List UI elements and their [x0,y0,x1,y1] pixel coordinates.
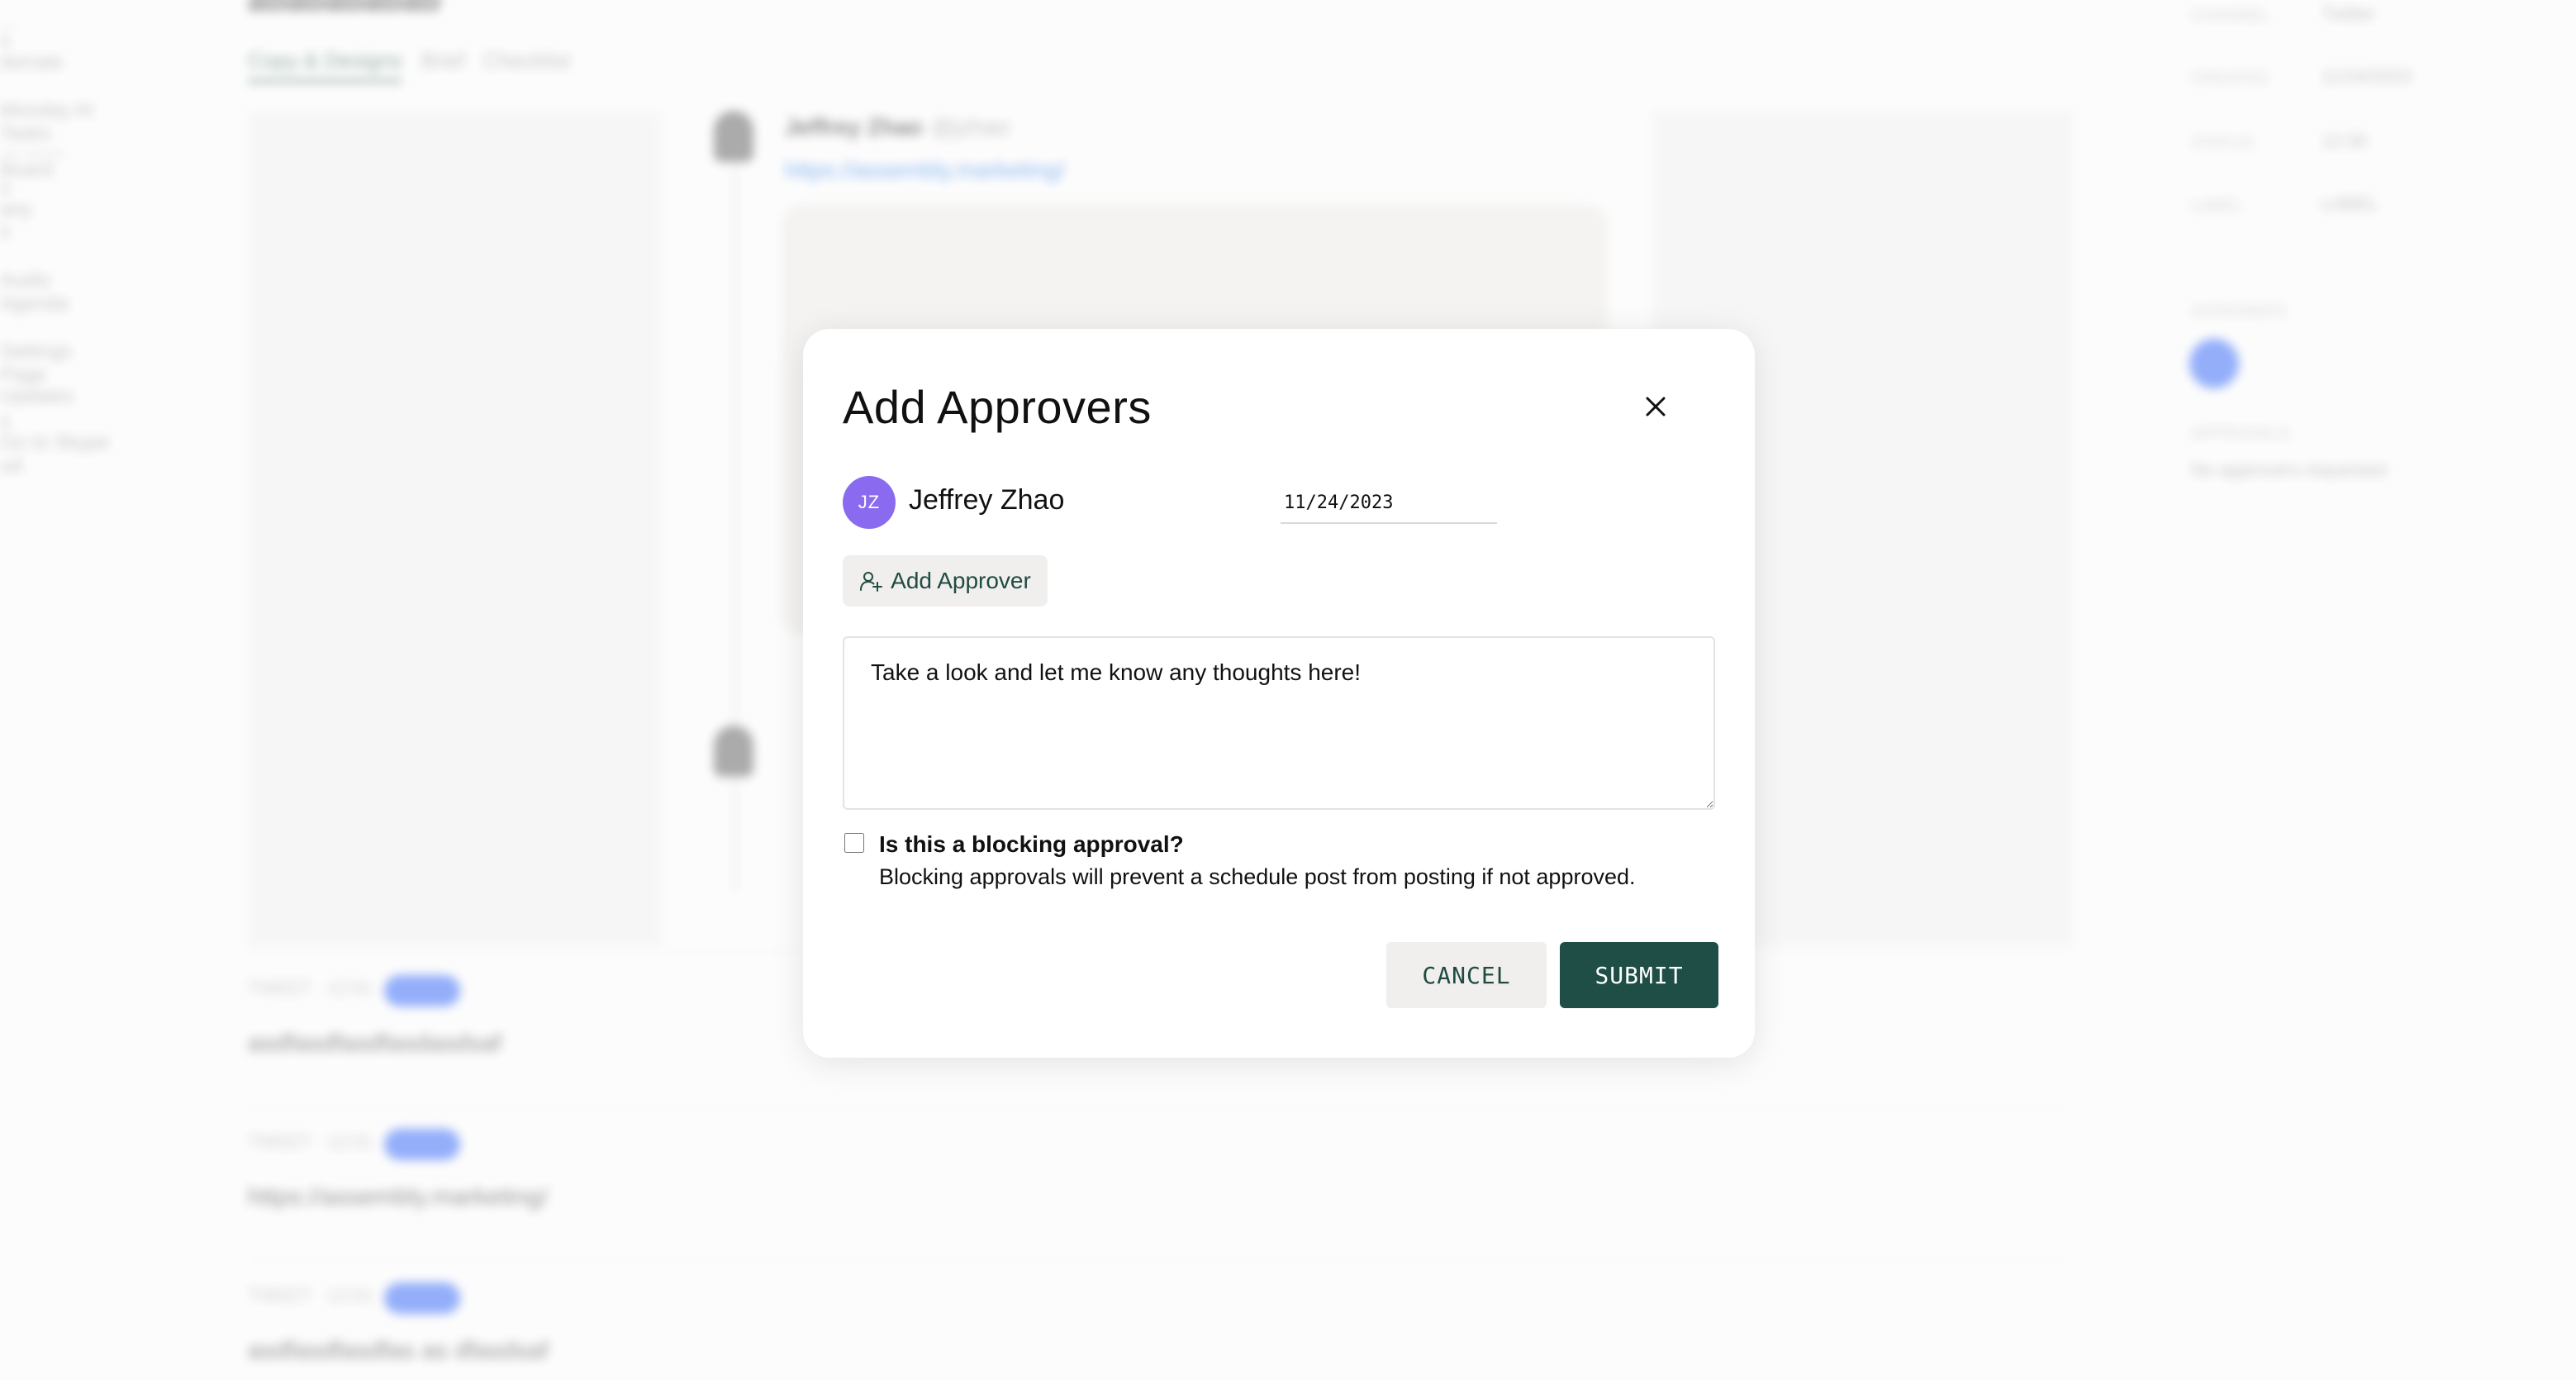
close-icon [1646,397,1666,416]
blocking-approval-help: Blocking approvals will prevent a schedu… [879,864,1636,889]
dialog-title: Add Approvers [843,381,1152,433]
due-date-input[interactable] [1281,483,1497,524]
message-textarea[interactable]: Take a look and let me know any thoughts… [843,636,1715,810]
blocking-approval-label: Is this a blocking approval? [879,831,1184,857]
close-button[interactable] [1637,388,1674,425]
add-approvers-dialog: Add Approvers JZ Jeffrey Zhao Add Approv… [803,329,1755,1058]
user-plus-icon [860,572,883,592]
approver-name: Jeffrey Zhao [909,484,1065,516]
add-approver-button[interactable]: Add Approver [843,555,1048,607]
add-approver-label: Add Approver [891,568,1031,593]
cancel-button[interactable]: CANCEL [1386,942,1547,1008]
approver-avatar: JZ [843,476,896,529]
blocking-approval-checkbox[interactable] [844,833,864,853]
submit-button[interactable]: SUBMIT [1560,942,1718,1008]
